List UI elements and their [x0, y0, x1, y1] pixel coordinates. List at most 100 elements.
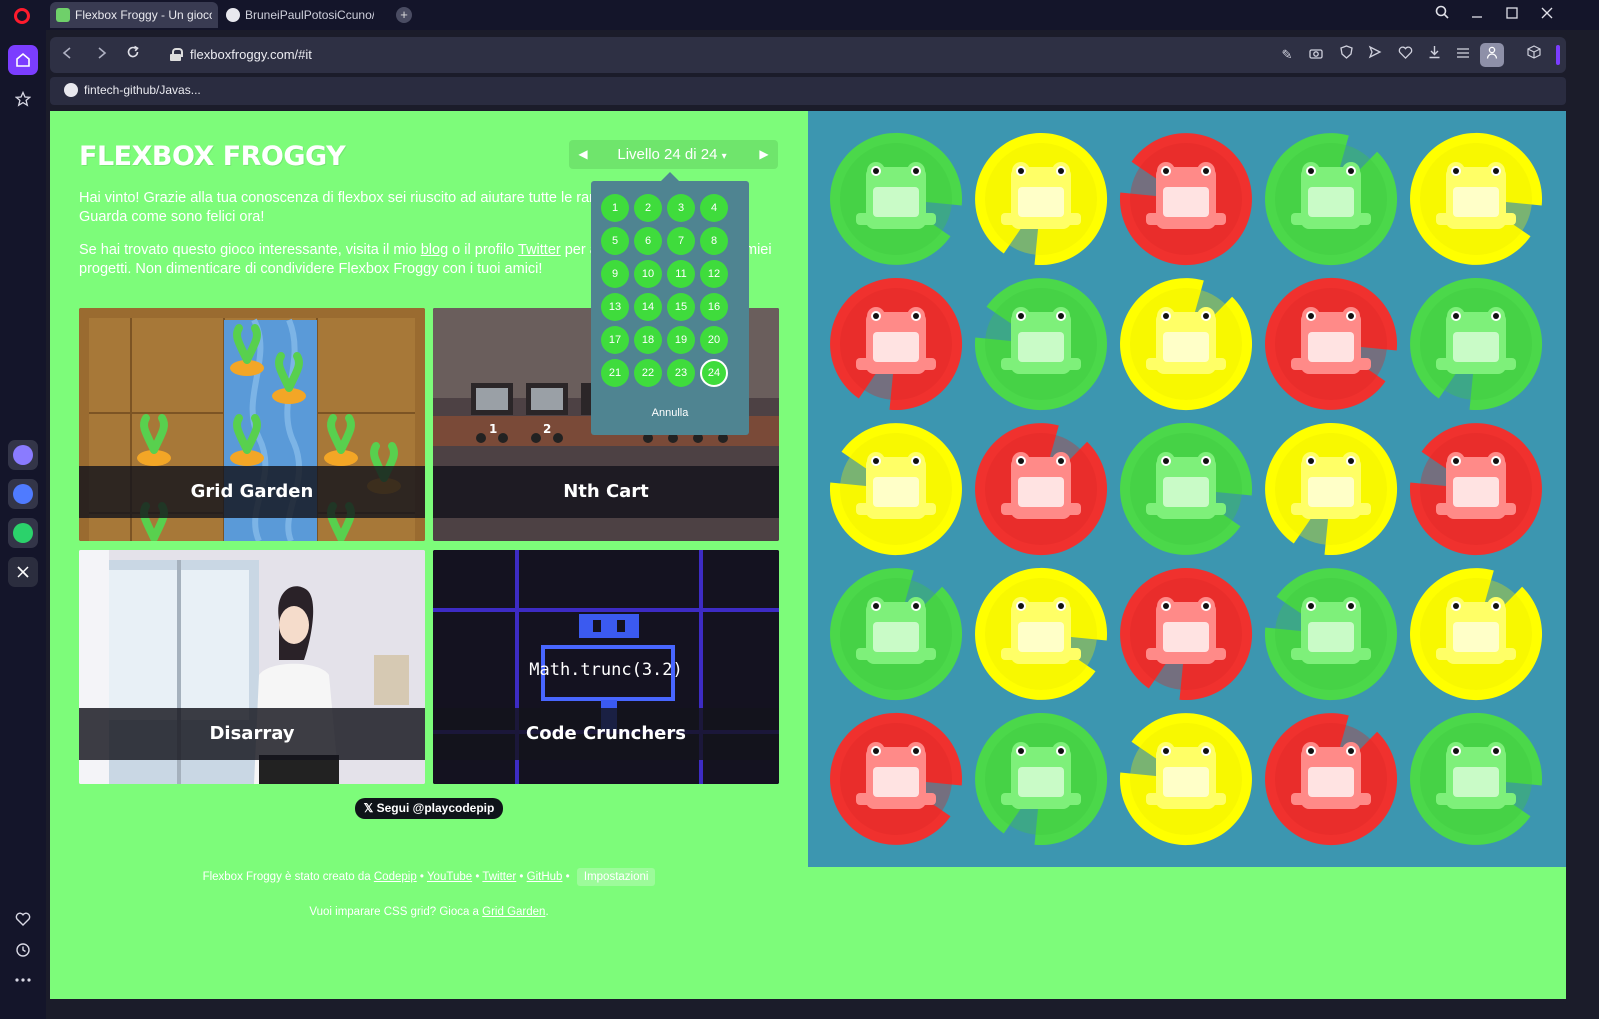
level-7-button[interactable]: 7	[667, 227, 695, 255]
grid-garden-link[interactable]: Grid Garden	[482, 906, 545, 918]
level-1-button[interactable]: 1	[601, 194, 629, 222]
footer-separator: •	[516, 871, 527, 883]
reload-icon[interactable]	[123, 45, 143, 65]
level-16-button[interactable]: 16	[700, 293, 728, 321]
level-22-button[interactable]: 22	[634, 359, 662, 387]
close-icon[interactable]	[1536, 4, 1558, 26]
cart-number-1: 1	[489, 422, 498, 436]
url-field[interactable]: flexboxfroggy.com/#it	[190, 47, 312, 62]
level-indicator[interactable]: Livello 24 di 24 ▾	[597, 140, 747, 169]
history-icon[interactable]	[8, 935, 38, 965]
x-twitter-icon[interactable]	[8, 557, 38, 587]
level-21-button[interactable]: 21	[601, 359, 629, 387]
forward-icon[interactable]	[92, 45, 112, 65]
home-icon[interactable]	[8, 45, 38, 75]
twitter-link[interactable]: Twitter	[482, 871, 516, 883]
sidebar-toggle[interactable]	[1556, 45, 1560, 65]
new-tab-button[interactable]: +	[396, 7, 412, 23]
settings-button[interactable]: Impostazioni	[576, 868, 656, 886]
card-title: Code Crunchers	[433, 708, 779, 760]
level-10-button[interactable]: 10	[634, 260, 662, 288]
level-grid: 1 2 3 4 5 6 7 8 9 10 11 12 13 14 15 16 17 18 19 20 21 22 23 24	[601, 194, 728, 387]
footer-separator: •	[472, 871, 483, 883]
level-8-button[interactable]: 8	[700, 227, 728, 255]
profile-avatar-icon[interactable]	[1480, 43, 1504, 67]
tab-title: BruneiPaulPotosiCcuno/ht	[245, 8, 374, 22]
green-lilypad-frog	[975, 713, 1108, 846]
blog-link[interactable]: blog	[421, 242, 448, 258]
heart-icon[interactable]	[8, 904, 38, 934]
red-lilypad-frog	[1120, 568, 1253, 701]
level-18-button[interactable]: 18	[634, 326, 662, 354]
lock-icon[interactable]	[170, 48, 183, 61]
level-14-button[interactable]: 14	[634, 293, 662, 321]
code-crunchers-card[interactable]: Math.trunc(3.2) Code Crunchers	[433, 550, 779, 784]
next-level-button[interactable]: ▶	[752, 140, 776, 169]
green-lilypad-frog	[830, 568, 963, 701]
green-lilypad-frog	[830, 132, 963, 265]
github-link[interactable]: GitHub	[527, 871, 563, 883]
extensions-cube-icon[interactable]	[1524, 45, 1544, 65]
level-4-button[interactable]: 4	[700, 194, 728, 222]
grid-garden-card[interactable]: Grid Garden	[79, 308, 425, 541]
aria-app-icon[interactable]	[8, 440, 38, 470]
opera-logo-icon[interactable]	[14, 8, 30, 24]
yellow-lilypad-frog	[1265, 423, 1398, 556]
level-17-button[interactable]: 17	[601, 326, 629, 354]
tab-flexbox-froggy[interactable]: Flexbox Froggy - Un gioco	[50, 2, 218, 28]
github-favicon-icon	[226, 8, 240, 22]
camera-icon[interactable]	[1306, 45, 1326, 65]
cancel-button[interactable]: Annulla	[591, 407, 749, 419]
search-tabs-icon[interactable]	[1431, 4, 1453, 26]
send-icon[interactable]	[1365, 45, 1385, 65]
whatsapp-icon[interactable]	[8, 518, 38, 548]
youtube-link[interactable]: YouTube	[427, 871, 472, 883]
prev-level-button[interactable]: ◀	[571, 140, 595, 169]
pond-board	[808, 111, 1566, 867]
more-options-icon[interactable]	[8, 965, 38, 995]
level-5-button[interactable]: 5	[601, 227, 629, 255]
bookmark-item[interactable]: fintech-github/Javas...	[64, 83, 201, 97]
minimize-icon[interactable]	[1466, 4, 1488, 26]
disarray-card[interactable]: Disarray	[79, 550, 425, 784]
twitter-link[interactable]: Twitter	[518, 242, 561, 258]
easy-setup-icon[interactable]	[1453, 45, 1473, 65]
yellow-lilypad-frog	[829, 423, 962, 556]
level-3-button[interactable]: 3	[667, 194, 695, 222]
star-icon[interactable]	[8, 84, 38, 114]
level-19-button[interactable]: 19	[667, 326, 695, 354]
level-9-button[interactable]: 9	[601, 260, 629, 288]
download-icon[interactable]	[1424, 45, 1444, 65]
red-lilypad-frog	[1409, 423, 1542, 556]
level-12-button[interactable]: 12	[700, 260, 728, 288]
code-sample: Math.trunc(3.2)	[529, 660, 683, 680]
level-13-button[interactable]: 13	[601, 293, 629, 321]
footer-separator: •	[562, 871, 573, 883]
level-20-button[interactable]: 20	[700, 326, 728, 354]
level-23-button[interactable]: 23	[667, 359, 695, 387]
favorite-heart-icon[interactable]	[1395, 45, 1415, 65]
info-text: Se hai trovato questo gioco interessante…	[79, 242, 421, 258]
footer-grid-promo: Vuoi imparare CSS grid? Gioca a Grid Gar…	[50, 906, 808, 918]
follow-button[interactable]: 𝕏 Segui @playcodepip	[355, 798, 503, 819]
level-11-button[interactable]: 11	[667, 260, 695, 288]
caret-down-icon: ▾	[721, 151, 727, 162]
green-lilypad-frog	[974, 278, 1107, 411]
back-icon[interactable]	[57, 45, 77, 65]
level-2-button[interactable]: 2	[634, 194, 662, 222]
level-24-button[interactable]: 24	[700, 359, 728, 387]
maximize-icon[interactable]	[1501, 4, 1523, 26]
tab-github[interactable]: BruneiPaulPotosiCcuno/ht	[220, 2, 380, 28]
codepip-link[interactable]: Codepip	[374, 871, 417, 883]
messenger-icon[interactable]	[8, 479, 38, 509]
level-15-button[interactable]: 15	[667, 293, 695, 321]
green-lilypad-frog	[1264, 568, 1397, 701]
footer-text: Vuoi imparare CSS grid? Gioca a	[309, 906, 483, 918]
level-6-button[interactable]: 6	[634, 227, 662, 255]
edit-icon[interactable]: ✎	[1277, 45, 1297, 65]
card-title: Grid Garden	[79, 466, 425, 518]
address-bar: flexboxfroggy.com/#it ✎	[50, 37, 1566, 73]
instructions-pane: FLEXBOX FROGGY ◀ Livello 24 di 24 ▾ ▶ Ha…	[50, 111, 808, 999]
adblock-shield-icon[interactable]	[1336, 45, 1356, 65]
cart-number-2: 2	[543, 422, 552, 436]
